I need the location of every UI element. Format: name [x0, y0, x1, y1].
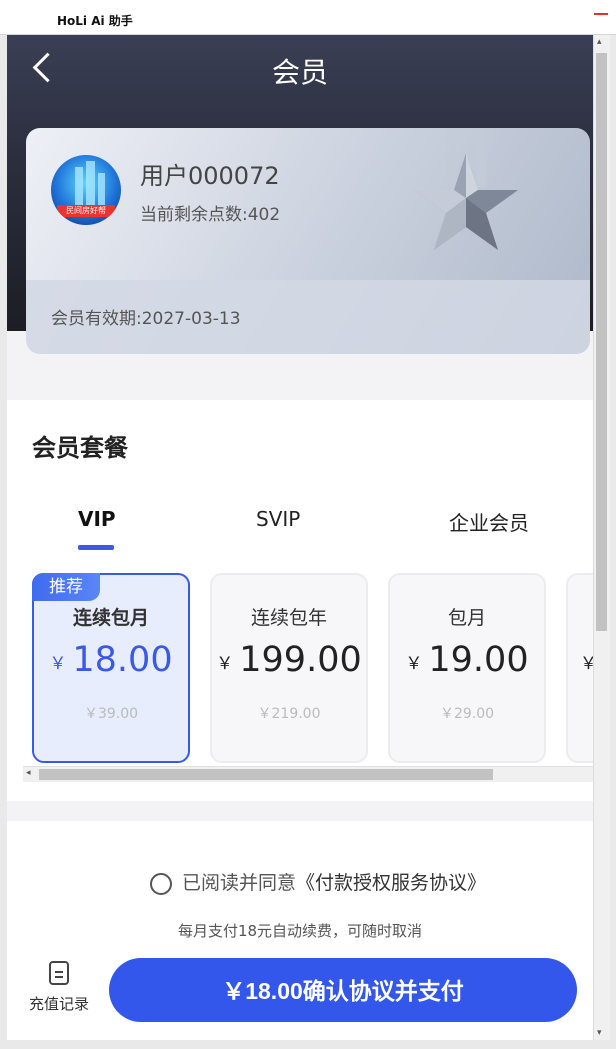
- document-icon: [49, 961, 69, 985]
- recharge-records-label: 充值记录: [28, 995, 89, 1013]
- username: 用户000072: [140, 162, 280, 190]
- member-card: 民间房好帮 用户000072 当前剩余点数:402 会员有效期:2027-03-…: [26, 128, 590, 354]
- plan-name: 连续包月: [72, 607, 149, 629]
- plan-name: 包月: [447, 607, 486, 629]
- recharge-records-button[interactable]: 充值记录: [24, 961, 94, 1014]
- agree-radio[interactable]: [150, 872, 172, 895]
- scroll-up-icon[interactable]: ▴: [597, 37, 602, 47]
- plan-price: ￥ 199.00: [212, 640, 366, 680]
- app-content: 会员 民间房好帮 用户000072 当前剩余点数:402 会员有效期:2027-…: [7, 35, 593, 1040]
- minimize-icon[interactable]: [594, 13, 608, 15]
- membership-expiry: 会员有效期:2027-03-13: [51, 309, 241, 329]
- plan-price: ￥ 18.00: [34, 640, 188, 680]
- currency-symbol: ￥: [49, 653, 67, 674]
- currency-symbol: ￥: [405, 653, 423, 674]
- plan-name: 连续包年: [250, 607, 327, 629]
- plan-original-price: ￥29.00: [439, 706, 495, 722]
- scroll-down-icon[interactable]: ▾: [597, 1028, 602, 1038]
- tab-active-indicator: [78, 545, 114, 550]
- star-medal-icon: [414, 128, 518, 250]
- vertical-scrollbar[interactable]: ▴ ▾: [593, 35, 610, 1040]
- plan-card-monthly-auto[interactable]: 推荐 连续包月 ￥ 18.00 ￥39.00: [32, 573, 190, 763]
- tab-svip[interactable]: SVIP: [256, 507, 300, 531]
- plans-section: 会员套餐 VIP SVIP 企业会员 推荐 连续包月 ￥ 18.00 ￥39.00…: [7, 400, 593, 801]
- agreement-link[interactable]: 《付款授权服务协议》: [296, 872, 486, 894]
- window-titlebar: HoLi Ai 助手: [0, 0, 616, 35]
- plan-original-price: ￥219.00: [257, 706, 321, 722]
- plan-price-value: 18.00: [72, 640, 173, 680]
- confirm-pay-button[interactable]: ￥18.00确认协议并支付: [109, 958, 577, 1022]
- scrollbar-thumb[interactable]: [39, 769, 493, 780]
- plan-card-partial[interactable]: ￥: [566, 573, 593, 763]
- plan-price: ￥ 19.00: [390, 640, 544, 680]
- plan-price: ￥: [568, 640, 593, 680]
- recommend-badge: 推荐: [32, 573, 100, 601]
- plans-title: 会员套餐: [32, 434, 128, 462]
- agree-text: 已阅读并同意: [182, 872, 297, 894]
- avatar[interactable]: 民间房好帮: [51, 155, 121, 225]
- page-title: 会员: [271, 56, 328, 89]
- agreement-row[interactable]: 已阅读并同意《付款授权服务协议》: [150, 868, 486, 895]
- payment-footer: 已阅读并同意《付款授权服务协议》 每月支付18元自动续费，可随时取消 充值记录 …: [7, 821, 593, 1040]
- plan-card-monthly[interactable]: 包月 ￥ 19.00 ￥29.00: [388, 573, 546, 763]
- renewal-note: 每月支付18元自动续费，可随时取消: [177, 922, 423, 940]
- plan-price-value: 199.00: [239, 640, 362, 680]
- plan-price-value: 19.00: [428, 640, 529, 680]
- scroll-left-icon[interactable]: ◂: [26, 768, 31, 778]
- avatar-caption: 民间房好帮: [57, 205, 115, 217]
- currency-symbol: ￥: [580, 653, 593, 674]
- window-title: HoLi Ai 助手: [57, 14, 133, 28]
- plan-card-yearly-auto[interactable]: 连续包年 ￥ 199.00 ￥219.00: [210, 573, 368, 763]
- scrollbar-thumb[interactable]: [596, 53, 607, 631]
- remaining-points: 当前剩余点数:402: [140, 205, 281, 225]
- plans-horizontal-scrollbar[interactable]: ◂: [23, 766, 593, 782]
- tab-enterprise[interactable]: 企业会员: [449, 507, 529, 536]
- plan-original-price: ￥39.00: [83, 706, 139, 722]
- currency-symbol: ￥: [216, 653, 234, 674]
- tab-vip[interactable]: VIP: [78, 507, 116, 531]
